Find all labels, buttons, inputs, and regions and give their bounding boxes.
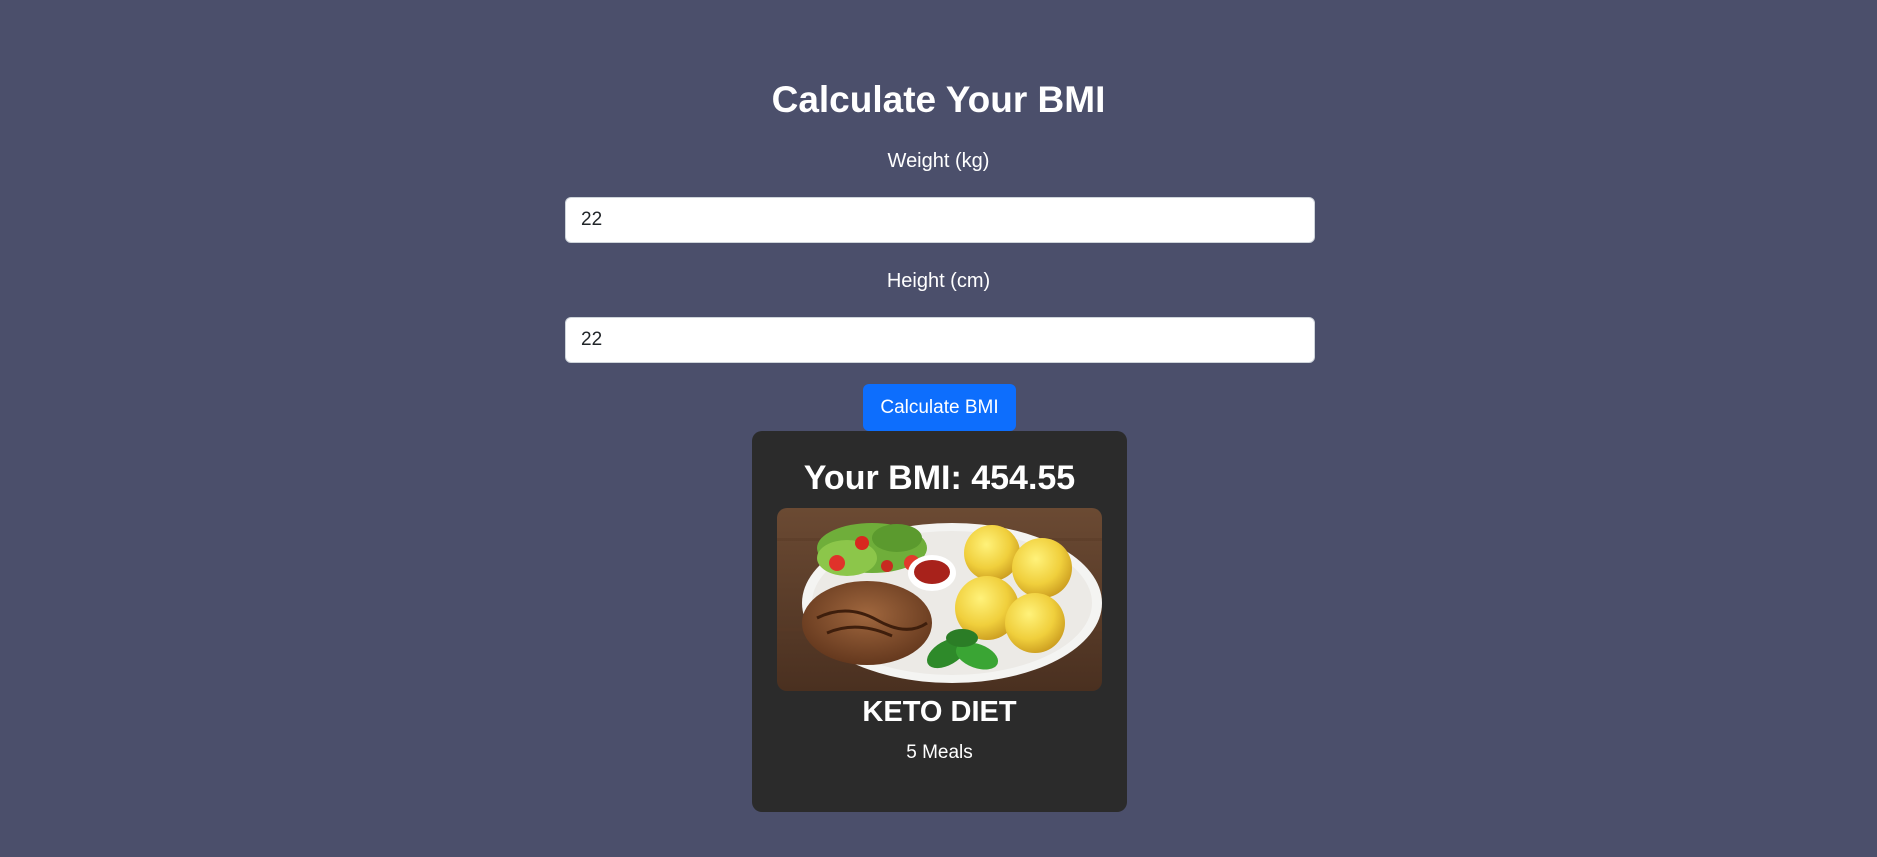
weight-input[interactable] [565, 197, 1315, 243]
food-plate-image [777, 508, 1102, 691]
height-label: Height (cm) [886, 270, 991, 292]
page-title: Calculate Your BMI [771, 79, 1106, 120]
meal-count: 5 Meals [906, 742, 973, 763]
bmi-page: Calculate Your BMI Weight (kg) Height (c… [0, 0, 1877, 857]
calculate-bmi-button[interactable]: Calculate BMI [863, 384, 1016, 431]
diet-name: KETO DIET [862, 696, 1017, 728]
result-card: Your BMI: 454.55 KETO DIET 5 Meals [752, 431, 1127, 812]
weight-label: Weight (kg) [887, 150, 990, 172]
bmi-result: Your BMI: 454.55 [803, 459, 1076, 497]
height-input[interactable] [565, 317, 1315, 363]
